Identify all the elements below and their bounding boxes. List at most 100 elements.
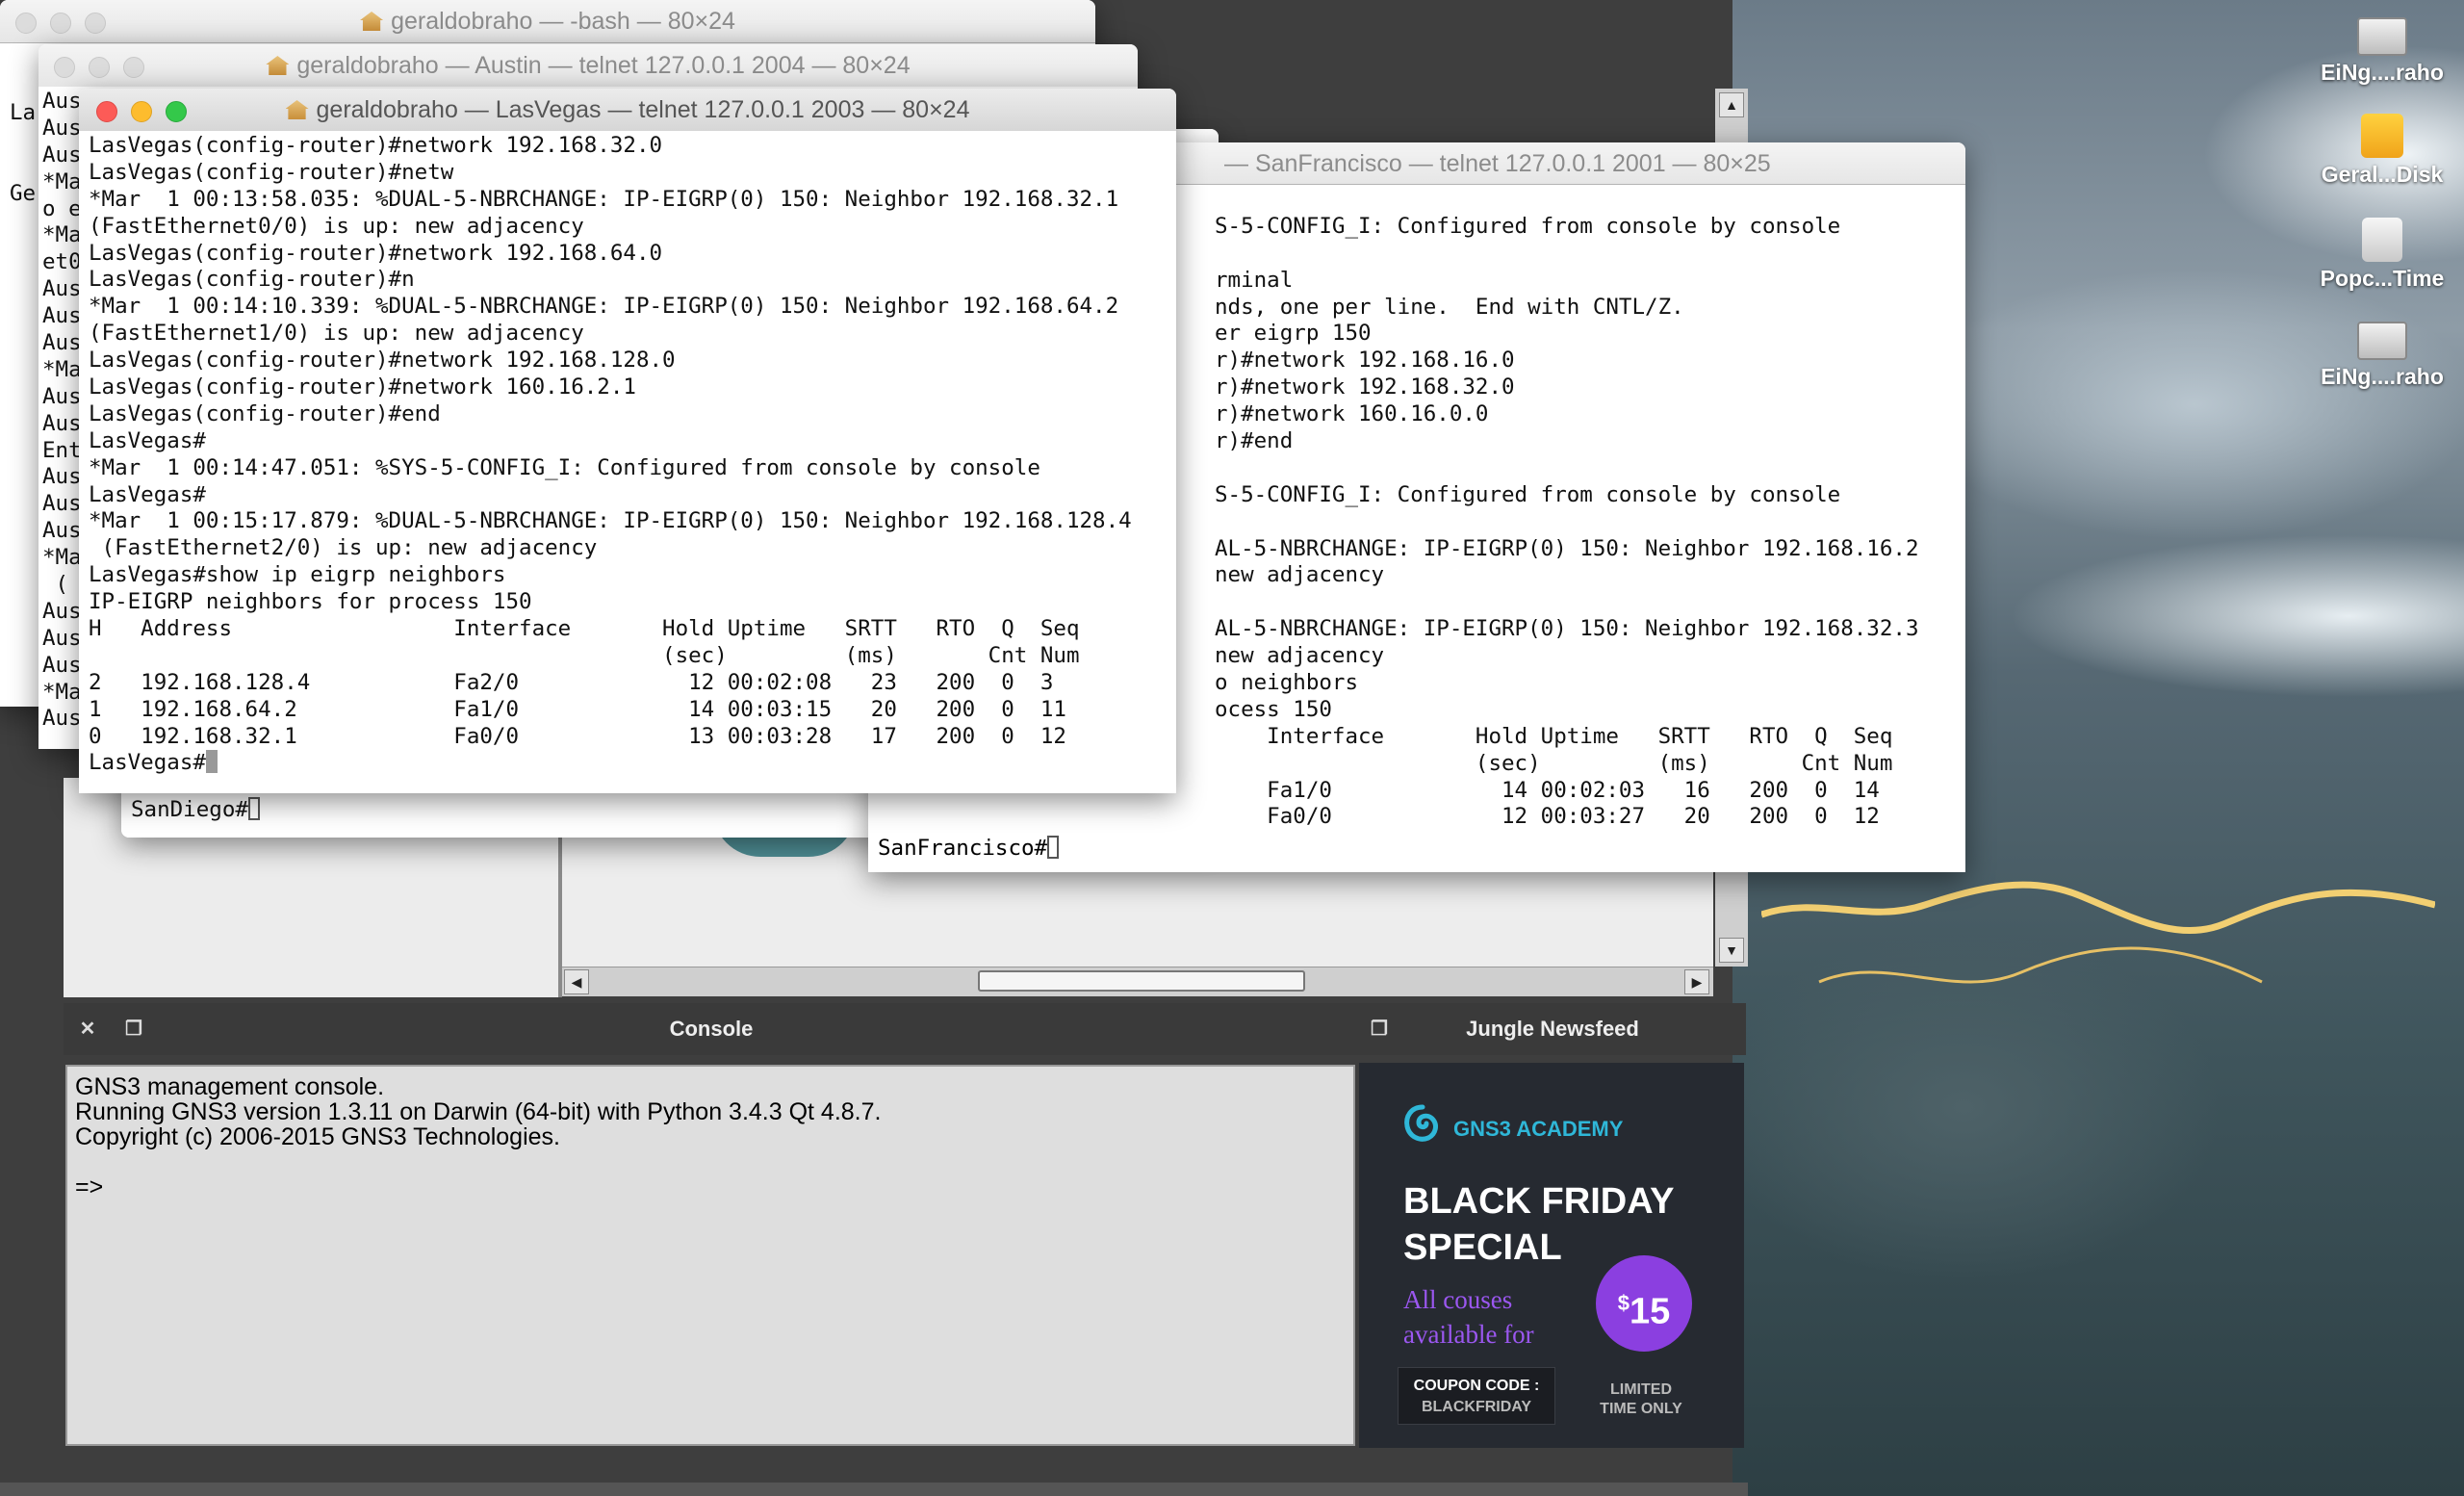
coupon-box[interactable]: COUPON CODE : BLACKFRIDAY bbox=[1398, 1367, 1555, 1425]
scroll-left-icon[interactable]: ◀ bbox=[564, 969, 589, 994]
text-cursor bbox=[205, 750, 218, 774]
window-titlebar[interactable]: geraldobraho — Austin — telnet 127.0.0.1… bbox=[38, 44, 1138, 88]
terminal-line: (sec) (ms) Cnt Num bbox=[89, 642, 1080, 668]
scrollbar-thumb[interactable] bbox=[978, 970, 1305, 992]
home-folder-icon bbox=[266, 56, 290, 75]
console-line: GNS3 management console. bbox=[75, 1073, 385, 1100]
dock-title: Jungle Newsfeed bbox=[1466, 1017, 1639, 1041]
desktop-icon-network-drive[interactable]: EiNg....raho bbox=[2300, 322, 2464, 390]
window-title: geraldobraho — LasVegas — telnet 127.0.0… bbox=[316, 96, 970, 123]
scroll-right-icon[interactable]: ▶ bbox=[1684, 969, 1709, 994]
price-badge: $15 bbox=[1596, 1255, 1692, 1352]
terminal-line: *Mar 1 00:13:58.035: %DUAL-5-NBRCHANGE: … bbox=[89, 186, 1119, 212]
terminal-line: AL-5-NBRCHANGE: IP-EIGRP(0) 150: Neighbo… bbox=[1215, 616, 1919, 642]
network-drive-icon bbox=[2357, 322, 2407, 360]
terminal-prompt: LasVegas# bbox=[89, 750, 1176, 777]
terminal-line: er eigrp 150 bbox=[1215, 321, 1372, 347]
terminal-line: IP-EIGRP neighbors for process 150 bbox=[89, 589, 532, 615]
window-titlebar[interactable]: geraldobraho — -bash — 80×24 bbox=[0, 0, 1095, 43]
scroll-up-icon[interactable]: ▲ bbox=[1719, 92, 1744, 117]
terminal-line: AL-5-NBRCHANGE: IP-EIGRP(0) 150: Neighbo… bbox=[1215, 535, 1919, 561]
close-button[interactable] bbox=[54, 57, 75, 78]
terminal-line: Fa0/0 12 00:03:27 20 200 0 12 bbox=[1215, 804, 1880, 830]
text-cursor bbox=[247, 797, 260, 820]
terminal-line: S-5-CONFIG_I: Configured from console by… bbox=[1215, 481, 1841, 507]
scroll-down-icon[interactable]: ▼ bbox=[1719, 938, 1744, 963]
terminal-line: 2 192.168.128.4 Fa2/0 12 00:02:08 23 200… bbox=[89, 669, 1054, 695]
text-cursor bbox=[1047, 836, 1060, 859]
close-button[interactable] bbox=[15, 13, 37, 34]
terminal-line: *Mar 1 00:15:17.879: %DUAL-5-NBRCHANGE: … bbox=[89, 508, 1132, 534]
terminal-output[interactable]: LasVegas(config-router)#network 192.168.… bbox=[79, 131, 1176, 793]
terminal-line: ocess 150 bbox=[1215, 696, 1332, 722]
terminal-window-lasvegas[interactable]: geraldobraho — LasVegas — telnet 127.0.0… bbox=[79, 89, 1176, 793]
zoom-button[interactable] bbox=[123, 57, 144, 78]
terminal-line: 1 192.168.64.2 Fa1/0 14 00:03:15 20 200 … bbox=[89, 696, 1066, 722]
network-drive-icon bbox=[2357, 17, 2407, 56]
chameleon-logo-icon bbox=[1404, 1104, 1438, 1142]
terminal-line: (sec) (ms) Cnt Num bbox=[1215, 750, 1893, 776]
terminal-line: (FastEthernet1/0) is up: new adjacency bbox=[89, 321, 584, 347]
window-title: geraldobraho — Austin — telnet 127.0.0.1… bbox=[296, 52, 911, 79]
terminal-line: LasVegas#show ip eigrp neighbors bbox=[89, 562, 506, 588]
terminal-line: 0 192.168.32.1 Fa0/0 13 00:03:28 17 200 … bbox=[89, 723, 1066, 749]
zoom-button[interactable] bbox=[85, 13, 106, 34]
float-dock-icon[interactable]: ❐ bbox=[1369, 1019, 1390, 1040]
terminal-line: *Mar 1 00:14:47.051: %SYS-5-CONFIG_I: Co… bbox=[89, 454, 1040, 480]
window-title: geraldobraho — -bash — 80×24 bbox=[391, 8, 735, 35]
desktop-icon-disk[interactable]: Geral...Disk bbox=[2300, 114, 2464, 188]
limited-time-label: LIMITED TIME ONLY bbox=[1600, 1381, 1682, 1417]
terminal-line: LasVegas(config-router)#n bbox=[89, 267, 415, 293]
home-folder-icon bbox=[360, 12, 384, 31]
terminal-line: Fa1/0 14 00:02:03 16 200 0 14 bbox=[1215, 777, 1880, 803]
terminal-line: new adjacency bbox=[1215, 643, 1385, 669]
terminal-prompt: SanFrancisco# bbox=[878, 836, 1060, 861]
desktop-icon-network-drive[interactable]: EiNg....raho bbox=[2300, 17, 2464, 86]
prompt-text: LasVegas# bbox=[89, 750, 206, 776]
minimize-button[interactable] bbox=[89, 57, 110, 78]
minimize-button[interactable] bbox=[50, 13, 71, 34]
terminal-line: S-5-CONFIG_I: Configured from console by… bbox=[1215, 213, 1841, 239]
home-folder-icon bbox=[285, 100, 309, 119]
console-line: Copyright (c) 2006-2015 GNS3 Technologie… bbox=[75, 1123, 560, 1150]
close-button[interactable] bbox=[96, 101, 117, 122]
minimize-button[interactable] bbox=[131, 101, 152, 122]
close-dock-icon[interactable]: ✕ bbox=[77, 1019, 98, 1040]
terminal-line: rminal bbox=[1215, 267, 1294, 293]
terminal-line: o neighbors bbox=[1215, 670, 1359, 696]
terminal-line: r)#network 192.168.16.0 bbox=[1215, 348, 1515, 374]
terminal-line: new adjacency bbox=[1215, 562, 1385, 588]
terminal-line: LasVegas(config-router)#end bbox=[89, 400, 441, 426]
ad-brand: GNS3 ACADEMY bbox=[1453, 1117, 1624, 1141]
canvas-horizontal-scrollbar[interactable]: ◀ ▶ bbox=[562, 967, 1713, 996]
terminal-line: (FastEthernet2/0) is up: new adjacency bbox=[89, 535, 598, 561]
newsfeed-dock-header: ❐ Jungle Newsfeed bbox=[1359, 1003, 1746, 1055]
terminal-line: LasVegas(config-router)#network 192.168.… bbox=[89, 348, 676, 374]
terminal-line: r)#network 192.168.32.0 bbox=[1215, 374, 1515, 400]
terminal-line: Interface Hold Uptime SRTT RTO Q Seq bbox=[1215, 723, 1893, 749]
ad-subtext: All couses available for bbox=[1403, 1285, 1534, 1349]
newsfeed-ad[interactable]: GNS3 ACADEMY BLACK FRIDAY SPECIAL All co… bbox=[1359, 1063, 1744, 1448]
console-dock-header: ✕ ❐ Console bbox=[64, 1003, 1359, 1055]
gns3-console[interactable]: GNS3 management console. Running GNS3 ver… bbox=[65, 1065, 1355, 1446]
window-title: — SanFrancisco — telnet 127.0.0.1 2001 —… bbox=[1224, 150, 1771, 177]
dock-title: Console bbox=[669, 1017, 754, 1041]
app-bottom-strip bbox=[0, 1483, 1748, 1496]
terminal-line: LasVegas# bbox=[89, 427, 206, 453]
window-titlebar[interactable]: geraldobraho — LasVegas — telnet 127.0.0… bbox=[79, 89, 1176, 132]
float-dock-icon[interactable]: ❐ bbox=[123, 1019, 144, 1040]
terminal-line: LasVegas(config-router)#network 192.168.… bbox=[89, 133, 663, 158]
desktop-icon-drive[interactable]: Popc...Time bbox=[2300, 218, 2464, 292]
terminal-line: *Mar 1 00:14:10.339: %DUAL-5-NBRCHANGE: … bbox=[89, 294, 1119, 320]
terminal-line: LasVegas# bbox=[89, 481, 206, 507]
terminal-prompt: SanDiego# bbox=[131, 797, 260, 824]
terminal-line: r)#network 160.16.0.0 bbox=[1215, 401, 1489, 427]
zoom-button[interactable] bbox=[166, 101, 187, 122]
terminal-line: LasVegas(config-router)#network 192.168.… bbox=[89, 240, 663, 266]
